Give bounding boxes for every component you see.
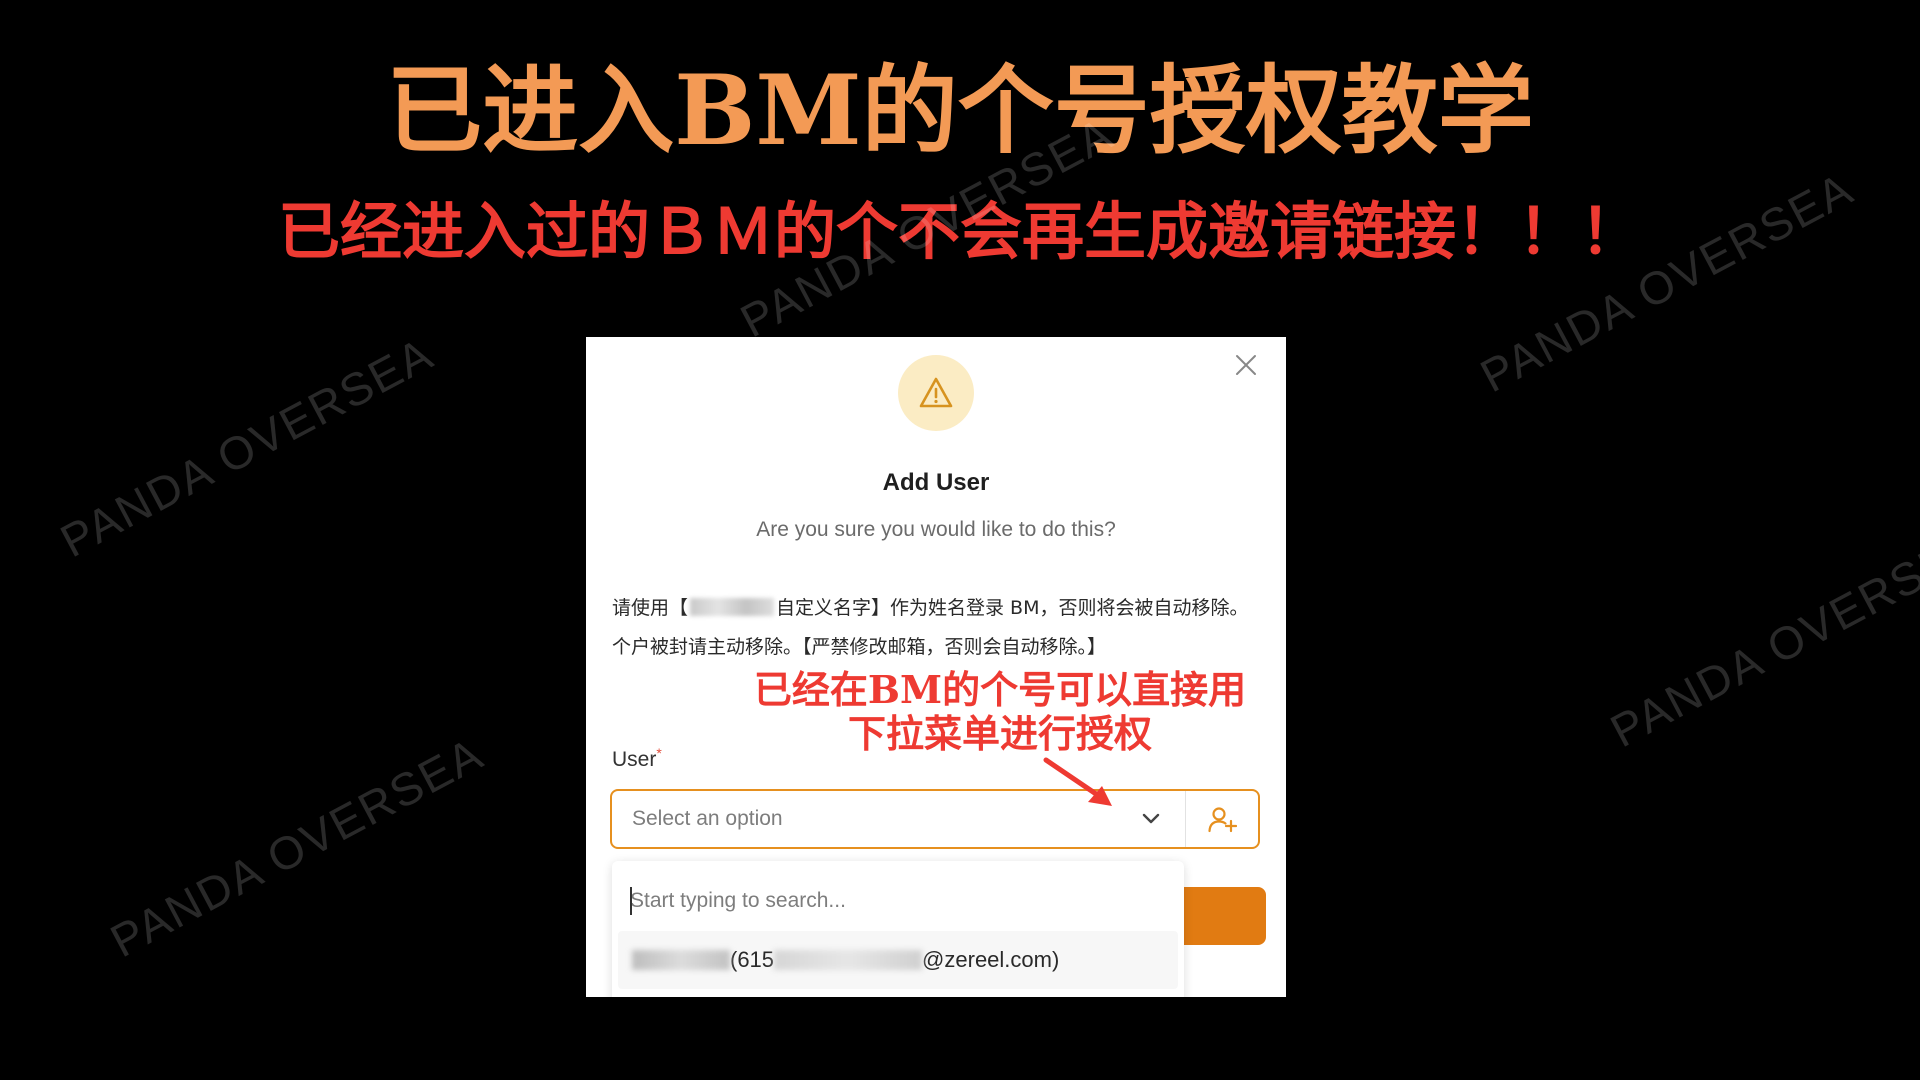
redacted-email xyxy=(774,950,923,970)
required-mark: * xyxy=(656,745,662,761)
close-icon xyxy=(1236,355,1256,375)
subheadline: 已经进入过的ＢＭ的个不会再生成邀请链接！！！ xyxy=(277,195,1642,268)
user-dropdown-menu: (615 @zereel.com) xyxy=(612,861,1184,997)
notice-text-start: 请使用【 xyxy=(612,597,689,619)
chevron-down-icon xyxy=(1142,813,1160,824)
dropdown-toggle[interactable] xyxy=(1131,813,1171,825)
watermark: PANDA OVERSEA xyxy=(52,326,442,568)
watermark: PANDA OVERSEA xyxy=(102,726,492,968)
watermark: PANDA OVERSEA xyxy=(1602,516,1920,758)
user-field-label: User* xyxy=(612,745,662,772)
headline: 已进入BM的个号授权教学 xyxy=(386,54,1534,167)
redacted-username xyxy=(632,950,730,970)
option-id-prefix: (615 xyxy=(730,947,775,972)
dialog-subtitle: Are you sure you would like to do this? xyxy=(756,518,1116,541)
close-button[interactable] xyxy=(1228,347,1264,383)
redacted-name xyxy=(690,598,775,616)
add-new-user-button[interactable] xyxy=(1185,791,1258,847)
annotation-line-1: 已经在BM的个号可以直接用 xyxy=(753,667,1247,712)
annotation-line-2: 下拉菜单进行授权 xyxy=(847,711,1152,756)
user-select-group: Select an option xyxy=(610,789,1260,849)
warning-triangle-icon xyxy=(919,377,953,408)
annotation-arrow-icon xyxy=(1043,757,1112,806)
user-label-text: User xyxy=(612,748,657,771)
search-input[interactable] xyxy=(630,883,1150,919)
user-plus-icon xyxy=(1208,807,1237,833)
dialog-title: Add User xyxy=(882,469,990,496)
annotation-callout: 已经在BM的个号可以直接用 下拉菜单进行授权 xyxy=(720,668,1280,756)
warning-badge xyxy=(898,355,974,431)
text-caret xyxy=(630,887,632,915)
login-notice: 请使用【 自定义名字】作为姓名登录 BM，否则将会被自动移除。个户被封请主动移除。… xyxy=(612,589,1262,667)
option-email-domain: @zereel.com) xyxy=(922,947,1060,972)
user-option[interactable]: (615 @zereel.com) xyxy=(618,931,1178,989)
